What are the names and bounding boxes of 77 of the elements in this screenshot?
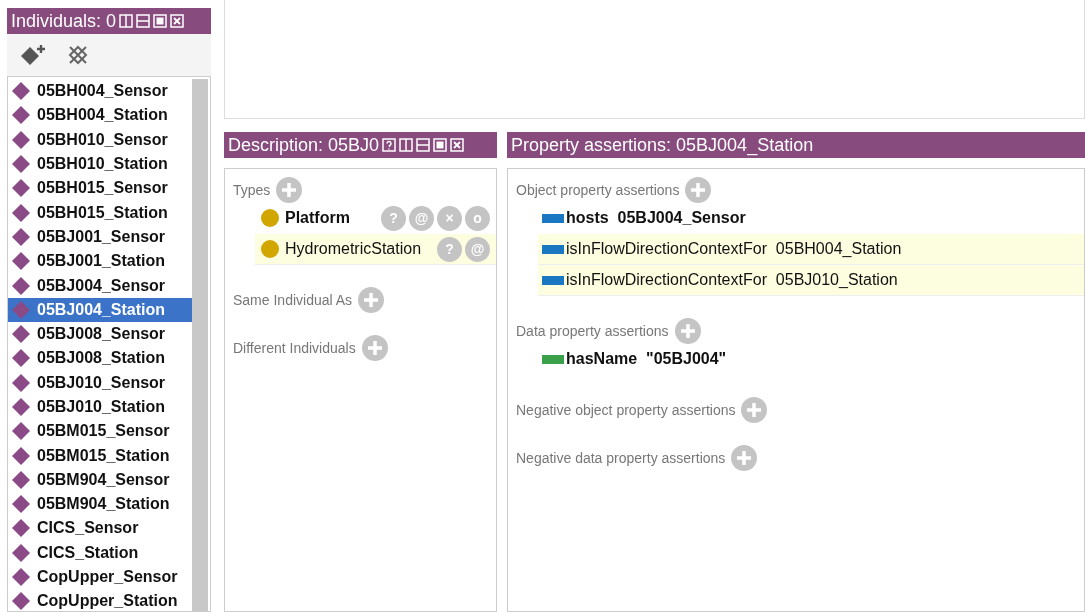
diamond-icon [11, 81, 31, 102]
section-label: Types [233, 182, 271, 198]
diamond-icon [11, 348, 31, 369]
diamond-icon [11, 275, 31, 296]
diamond-icon [11, 421, 31, 442]
diamond-icon [11, 251, 31, 272]
section-label: Different Individuals [233, 340, 356, 356]
panel-title: Description: 05BJ0 [228, 134, 380, 156]
individual-item[interactable]: 05BH004_Sensor [8, 79, 192, 104]
individual-item[interactable]: 05BJ004_Sensor [8, 273, 192, 298]
section-label: Object property assertions [516, 182, 680, 198]
diamond-icon [11, 494, 31, 515]
maximize-icon[interactable] [153, 14, 168, 28]
diamond-icon [11, 129, 31, 150]
diamond-icon [11, 299, 31, 320]
class-icon [261, 240, 279, 258]
help-icon[interactable] [382, 138, 397, 152]
diamond-icon [11, 591, 31, 611]
individual-item[interactable]: CopUpper_Sensor [8, 564, 192, 590]
diamond-icon [11, 324, 31, 345]
individual-item[interactable]: 05BJ008_Sensor [8, 321, 192, 347]
diamond-icon [11, 178, 31, 199]
individual-item[interactable]: 05BJ010_Station [8, 394, 192, 420]
close-icon[interactable] [170, 14, 185, 28]
assertion-text: hasName "05BJ004" [566, 350, 727, 368]
delete-individual-icon[interactable] [67, 44, 89, 66]
panel-title: Property assertions: 05BJ004_Station [511, 134, 814, 156]
maximize-icon[interactable] [433, 138, 448, 152]
diamond-icon [11, 397, 31, 417]
individual-item[interactable]: 05BM904_Station [8, 492, 192, 517]
scrollbar[interactable] [192, 79, 208, 611]
diamond-icon [11, 105, 31, 126]
diamond-icon [11, 445, 31, 466]
diamond-icon [11, 226, 31, 247]
assertion-text: hosts 05BJ004_Sensor [566, 209, 746, 227]
object-property-icon [542, 244, 564, 254]
type-label: Platform [285, 209, 350, 227]
section-label: Same Individual As [233, 292, 353, 308]
object-property-icon [542, 275, 564, 285]
diamond-icon [11, 542, 31, 563]
individual-item[interactable]: 05BH010_Sensor [8, 127, 192, 152]
diamond-icon [11, 202, 31, 223]
individual-item[interactable]: 05BJ001_Sensor [8, 224, 192, 250]
split-horizontal-icon[interactable] [136, 14, 151, 28]
section-label: Negative data property assertions [516, 450, 726, 466]
section-label: Negative object property assertions [516, 402, 736, 418]
diamond-icon [11, 154, 31, 175]
panel-title: Individuals: 0 [11, 10, 117, 32]
diamond-icon [11, 372, 31, 393]
class-icon [261, 209, 279, 227]
type-label: HydrometricStation [285, 240, 422, 258]
individual-item[interactable]: 05BJ004_Station [8, 297, 192, 322]
individual-item[interactable]: 05BM015_Sensor [8, 419, 192, 444]
individual-item[interactable]: 05BJ001_Station [8, 249, 192, 274]
section-label: Data property assertions [516, 323, 669, 339]
data-property-icon [542, 354, 564, 364]
individual-item[interactable]: 05BH004_Station [8, 103, 192, 128]
individual-item[interactable]: CICS_Sensor [8, 516, 192, 541]
assertion-text: isInFlowDirectionContextFor 05BJ010_Station [566, 271, 898, 289]
split-horizontal-icon[interactable] [416, 138, 431, 152]
diamond-icon [11, 469, 31, 490]
individual-item[interactable]: CopUpper_Station [8, 589, 192, 611]
split-vertical-icon[interactable] [399, 138, 414, 152]
assertion-text: isInFlowDirectionContextFor 05BH004_Station [566, 240, 902, 258]
individual-item[interactable]: 05BJ008_Station [8, 346, 192, 371]
individual-item[interactable]: 05BM904_Sensor [8, 467, 192, 493]
diamond-icon [11, 518, 31, 539]
diamond-icon [11, 567, 31, 588]
object-property-icon [542, 213, 564, 223]
individual-item[interactable]: 05BH010_Station [8, 151, 192, 177]
individual-item[interactable]: 05BM015_Station [8, 443, 192, 468]
individual-item[interactable]: CICS_Station [8, 540, 192, 565]
split-vertical-icon[interactable] [119, 14, 134, 28]
individual-item[interactable]: 05BJ010_Sensor [8, 370, 192, 395]
close-icon[interactable] [450, 138, 465, 152]
individual-item[interactable]: 05BH015_Sensor [8, 176, 192, 201]
individual-item[interactable]: 05BH015_Station [8, 200, 192, 225]
